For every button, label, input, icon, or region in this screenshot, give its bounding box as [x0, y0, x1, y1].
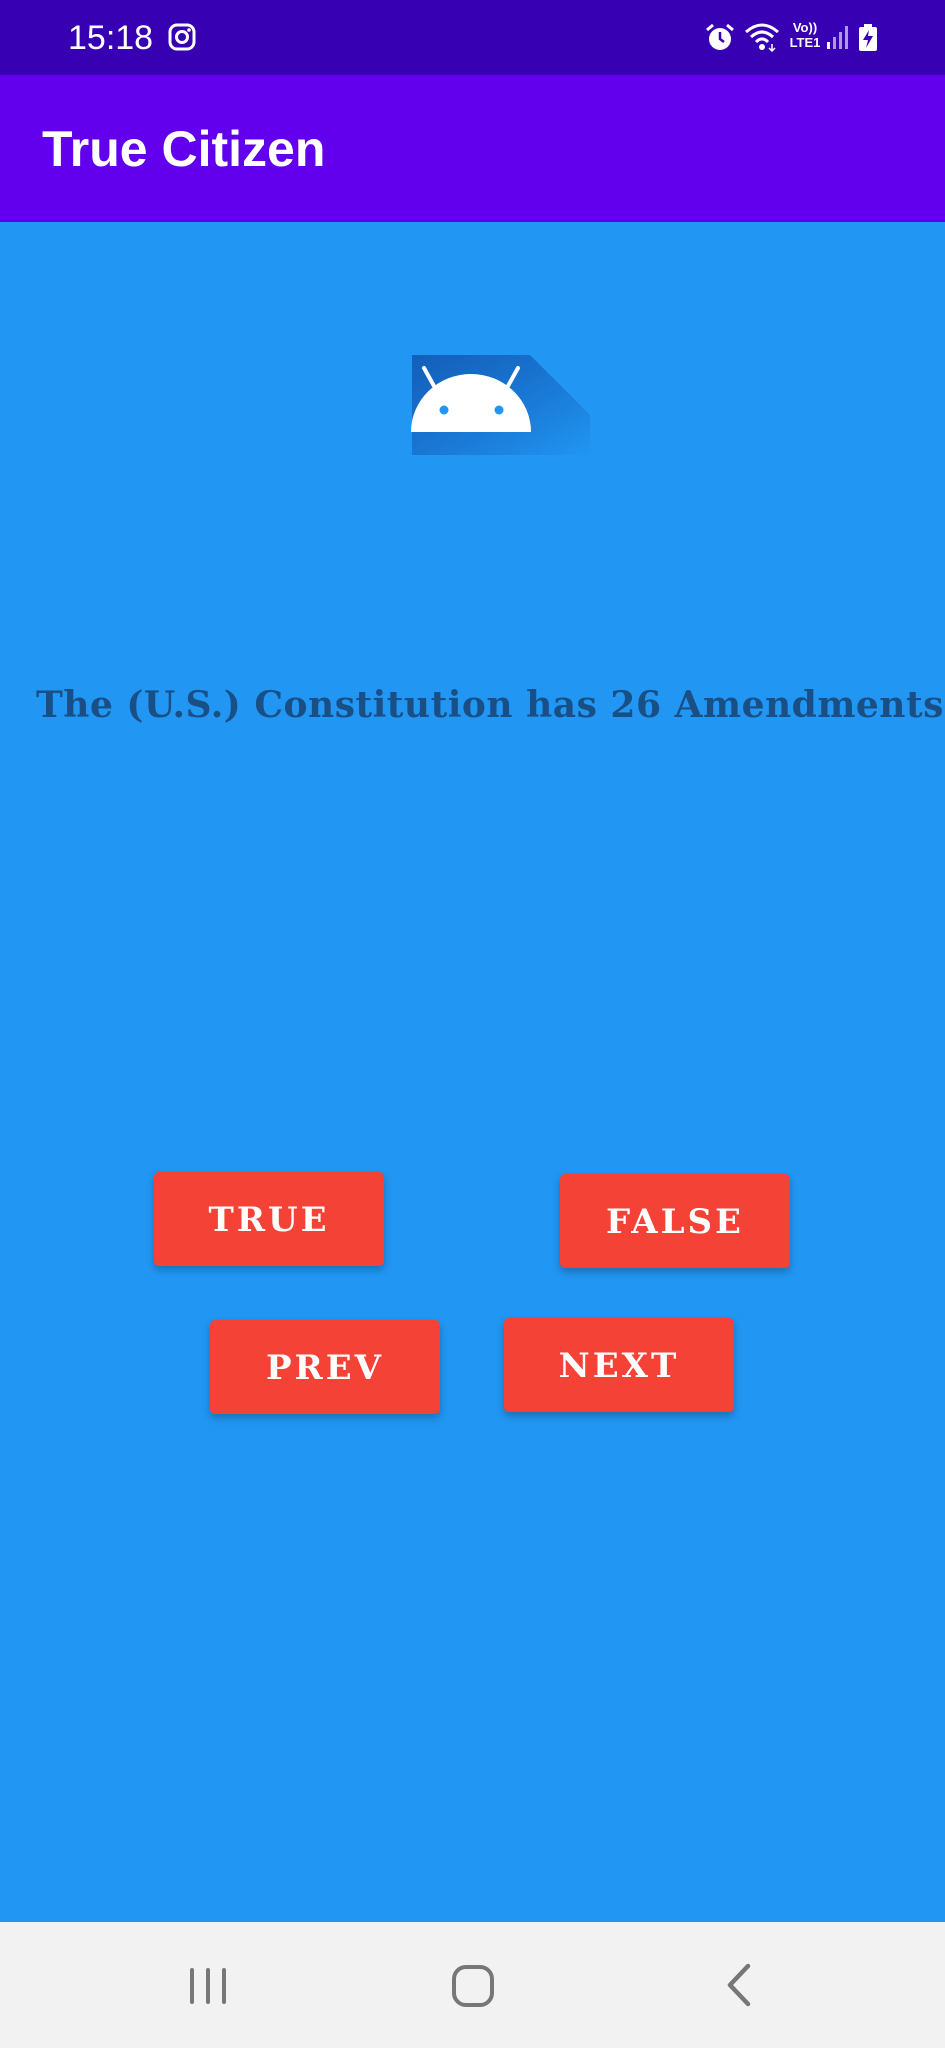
app-bar: True Citizen — [0, 75, 945, 222]
wifi-icon — [744, 22, 780, 57]
back-icon[interactable] — [688, 1952, 788, 2018]
app-title: True Citizen — [42, 121, 326, 177]
false-button[interactable]: FALSE — [560, 1174, 790, 1268]
status-bar: 15:18 Vo)) LTE1 — [0, 0, 945, 75]
volte-lte-icon: Vo)) LTE1 — [784, 20, 826, 54]
main-content: The (U.S.) Constitution has 26 Amendment… — [0, 222, 945, 1922]
instagram-icon — [168, 23, 196, 56]
home-icon[interactable] — [423, 1952, 523, 2018]
android-icon — [400, 340, 590, 525]
alarm-icon — [704, 22, 736, 59]
lte-label: LTE1 — [789, 35, 821, 50]
volte-label: Vo)) — [792, 20, 818, 35]
question-text: The (U.S.) Constitution has 26 Amendment… — [36, 684, 944, 726]
next-button[interactable]: NEXT — [504, 1318, 734, 1412]
status-time: 15:18 — [68, 19, 154, 57]
true-button[interactable]: TRUE — [154, 1172, 384, 1266]
navigation-bar — [0, 1922, 945, 2048]
battery-charging-icon — [858, 24, 878, 57]
signal-icon — [826, 24, 850, 55]
recent-apps-icon[interactable] — [158, 1952, 258, 2018]
prev-button[interactable]: PREV — [210, 1320, 440, 1414]
